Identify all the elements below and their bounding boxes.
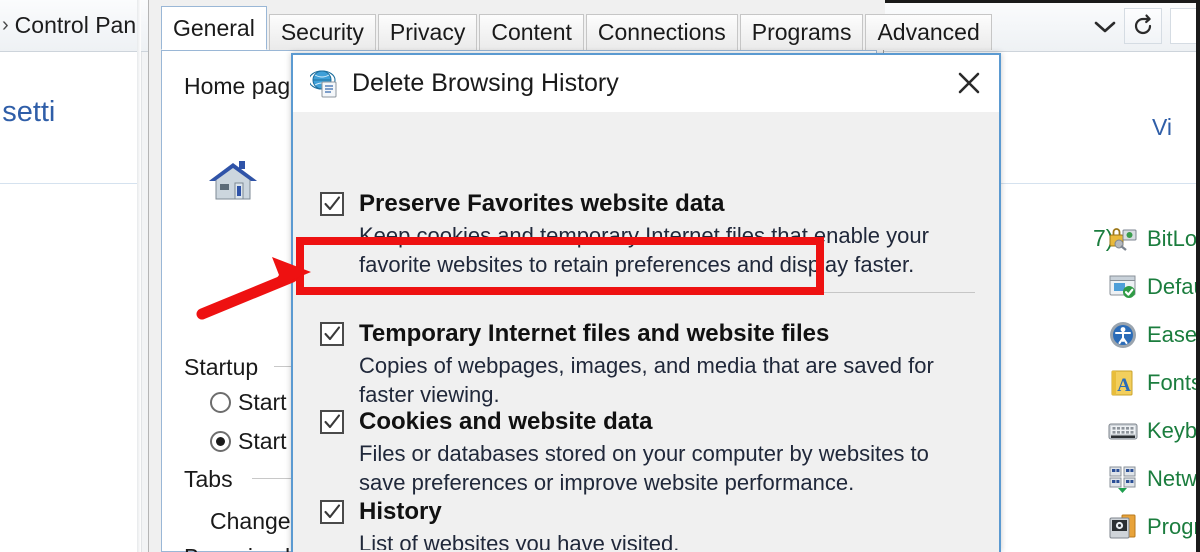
delete-browsing-history-dialog: Delete Browsing History Preserve Favorit… <box>291 53 1001 552</box>
checkbox-description: Copies of webpages, images, and media th… <box>359 353 934 407</box>
close-icon[interactable] <box>947 63 991 103</box>
radio-icon[interactable] <box>210 392 231 413</box>
list-item[interactable]: Defau <box>1108 263 1200 311</box>
tab-connections[interactable]: Connections <box>585 14 738 50</box>
default-programs-icon <box>1108 272 1138 302</box>
tab-programs[interactable]: Programs <box>739 14 864 50</box>
programs-icon <box>1108 512 1138 542</box>
control-panel-left-links: ols t ns <box>0 215 66 408</box>
checkbox-label: History <box>359 498 442 525</box>
list-item-label: Defau <box>1147 274 1200 299</box>
checkbox-label: Cookies and website data <box>359 408 653 435</box>
radio-icon[interactable] <box>210 431 231 452</box>
list-item-label: Fonts <box>1147 370 1200 395</box>
dialog-title: Delete Browsing History <box>352 69 619 97</box>
keyboard-icon <box>1108 416 1138 446</box>
checkbox-description: Files or databases stored on your comput… <box>359 441 929 495</box>
annotation-highlight-rectangle <box>296 237 824 295</box>
checkbox-icon[interactable] <box>320 500 344 524</box>
dialog-title-bar: Delete Browsing History <box>293 55 999 112</box>
page-title: puter's setti <box>0 96 56 128</box>
control-panel-item-list: BitLoc Defau <box>1108 215 1200 551</box>
list-item-label: Keybo <box>1147 418 1200 443</box>
tab-general[interactable]: General <box>161 6 267 50</box>
ease-of-access-icon <box>1108 320 1138 350</box>
refresh-icon[interactable] <box>1124 8 1162 44</box>
internet-options-tabstrip: General Security Privacy Content Connect… <box>149 0 992 50</box>
tab-advanced[interactable]: Advanced <box>865 14 992 50</box>
left-link-item[interactable]: ols <box>0 215 66 238</box>
list-item[interactable]: Netw <box>1108 455 1200 503</box>
tab-privacy[interactable]: Privacy <box>377 14 478 50</box>
svg-text:A: A <box>1117 375 1131 396</box>
dialog-body: Preserve Favorites website data Keep coo… <box>293 112 999 550</box>
list-item-label: BitLoc <box>1147 226 1200 251</box>
left-link-item[interactable]: ns <box>0 347 66 370</box>
checkbox-icon[interactable] <box>320 322 344 346</box>
tab-security[interactable]: Security <box>268 14 376 50</box>
checkbox-label: Preserve Favorites website data <box>359 190 725 217</box>
screenshot-root: › Control Pan puter's setti Vi ols t ns … <box>0 0 1200 552</box>
checkbox-icon[interactable] <box>320 410 344 434</box>
list-item-label: Progr <box>1147 514 1200 539</box>
list-item[interactable]: Ease o <box>1108 311 1200 359</box>
list-item[interactable]: Keybo <box>1108 407 1200 455</box>
list-item-label: Ease o <box>1147 322 1200 347</box>
chevron-down-icon[interactable] <box>1090 14 1120 40</box>
breadcrumb-label[interactable]: Control Pan <box>15 12 136 39</box>
list-item[interactable]: BitLoc <box>1108 215 1200 263</box>
tabs-group-label: Tabs <box>184 466 233 492</box>
checkbox-description: List of websites you have visited. <box>359 531 680 550</box>
fonts-icon: A <box>1108 368 1138 398</box>
list-item[interactable]: A Fonts <box>1108 359 1200 407</box>
bitlocker-icon <box>1108 224 1138 254</box>
tab-content[interactable]: Content <box>479 14 584 50</box>
window-top-edge <box>884 0 1200 3</box>
list-item[interactable]: Progr <box>1108 503 1200 551</box>
arrow-pointer-icon <box>196 257 311 320</box>
checkbox-icon[interactable] <box>320 192 344 216</box>
tab-list: General Security Privacy Content Connect… <box>161 6 994 50</box>
startup-group-label: Startup <box>184 354 259 380</box>
window-seam <box>141 52 148 552</box>
house-icon <box>206 158 260 206</box>
breadcrumb[interactable]: › Control Pan <box>0 8 136 42</box>
window-right-edge <box>1196 0 1200 552</box>
network-icon <box>1108 464 1138 494</box>
breadcrumb-arrow-icon: › <box>2 13 9 36</box>
left-link-item[interactable]: t <box>0 276 66 299</box>
list-item-label: Netw <box>1147 466 1198 491</box>
view-by-label[interactable]: Vi <box>1152 114 1172 141</box>
checkbox-label: Temporary Internet files and website fil… <box>359 320 830 347</box>
ie-globe-icon <box>308 69 340 99</box>
home-page-group-label: Home page <box>184 73 303 99</box>
